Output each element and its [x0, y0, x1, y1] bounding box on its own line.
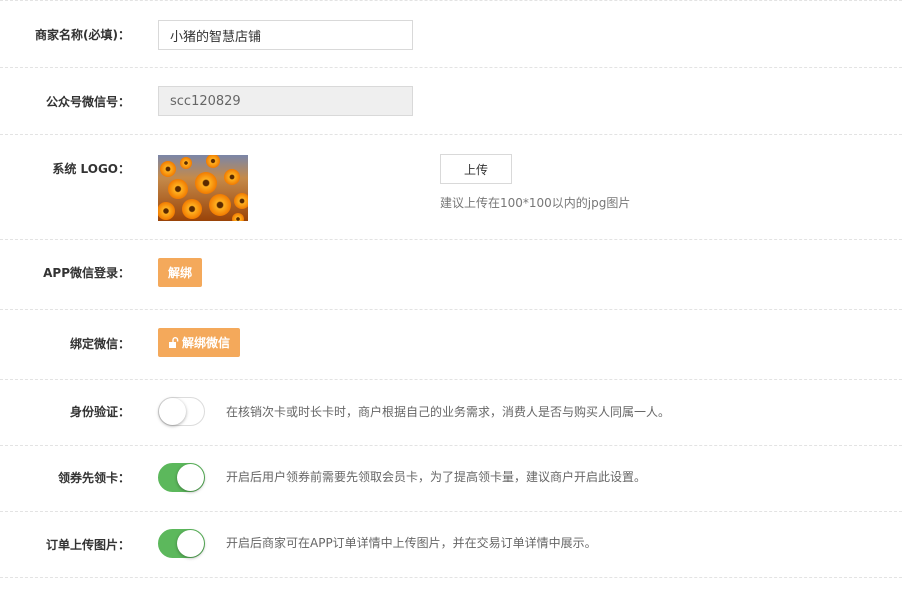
app-wechat-login-label: APP微信登录：	[43, 266, 130, 280]
order-upload-description: 开启后商家可在APP订单详情中上传图片，并在交易订单详情中展示。	[226, 536, 597, 550]
unbind-button[interactable]: 解绑	[158, 258, 202, 287]
merchant-name-label: 商家名称(必填)：	[35, 28, 130, 42]
unbind-button-label: 解绑	[168, 266, 193, 280]
toggle-knob	[177, 464, 204, 491]
claim-card-description: 开启后用户领券前需要先领取会员卡，为了提高领卡量，建议商户开启此设置。	[226, 470, 647, 484]
wechat-account-label: 公众号微信号：	[45, 95, 130, 109]
identity-verify-toggle[interactable]	[158, 397, 205, 426]
row-bind-wechat: 绑定微信： 解绑微信	[0, 310, 902, 380]
merchant-name-input[interactable]	[158, 20, 413, 50]
order-upload-label: 订单上传图片：	[45, 538, 130, 552]
claim-card-toggle[interactable]	[158, 463, 205, 492]
unlock-icon	[169, 337, 179, 348]
bind-wechat-label: 绑定微信：	[69, 337, 130, 351]
row-app-wechat-login: APP微信登录： 解绑	[0, 240, 902, 310]
claim-card-label: 领券先领卡：	[57, 471, 130, 485]
toggle-knob	[159, 398, 186, 425]
toggle-knob	[177, 530, 204, 557]
logo-label: 系统 LOGO：	[52, 162, 130, 176]
row-logo: 系统 LOGO： 上传 建议上传在100*100以内的jpg图片	[0, 135, 902, 240]
row-wechat-account: 公众号微信号：	[0, 68, 902, 135]
upload-button[interactable]: 上传	[440, 154, 512, 184]
unbind-wechat-button[interactable]: 解绑微信	[158, 328, 241, 357]
logo-image	[158, 155, 248, 221]
identity-verify-description: 在核销次卡或时长卡时，商户根据自己的业务需求，消费人是否与购买人同属一人。	[226, 405, 671, 419]
row-order-upload: 订单上传图片： 开启后商家可在APP订单详情中上传图片，并在交易订单详情中展示。	[0, 512, 902, 578]
row-claim-card: 领券先领卡： 开启后用户领券前需要先领取会员卡，为了提高领卡量，建议商户开启此设…	[0, 446, 902, 512]
logo-hint: 建议上传在100*100以内的jpg图片	[440, 196, 631, 210]
identity-verify-label: 身份验证：	[69, 405, 130, 419]
wechat-account-input	[158, 86, 413, 116]
order-upload-toggle[interactable]	[158, 529, 205, 558]
row-merchant-name: 商家名称(必填)：	[0, 0, 902, 68]
row-identity-verify: 身份验证： 在核销次卡或时长卡时，商户根据自己的业务需求，消费人是否与购买人同属…	[0, 380, 902, 446]
unbind-wechat-label: 解绑微信	[182, 336, 231, 350]
